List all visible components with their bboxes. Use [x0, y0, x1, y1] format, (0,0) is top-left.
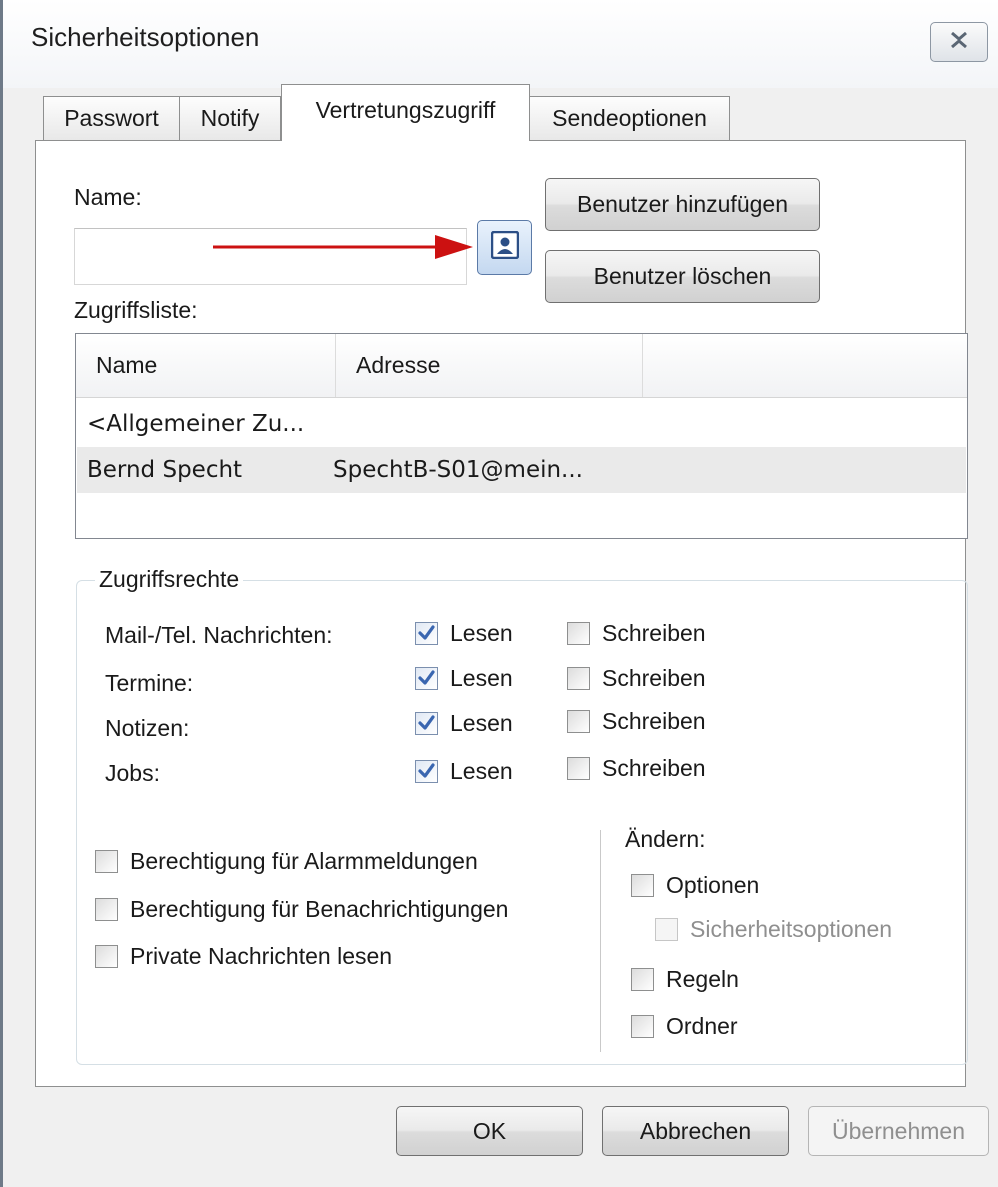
change-label: Ändern: [625, 826, 706, 852]
ok-button[interactable]: OK [396, 1106, 583, 1156]
rights-label-notes: Notizen: [105, 715, 190, 741]
close-icon [950, 31, 968, 53]
delete-user-label: Benutzer löschen [593, 263, 772, 289]
tab-notify[interactable]: Notify [179, 96, 281, 140]
checkbox-rules[interactable]: Regeln [631, 966, 739, 993]
checkbox-label: Schreiben [602, 755, 706, 781]
check-icon [418, 763, 435, 778]
list-header: Name Adresse [76, 334, 967, 398]
checkbox-box [95, 945, 118, 968]
checkbox-appointments-read[interactable]: Lesen [415, 665, 513, 692]
checkbox-appointments-write[interactable]: Schreiben [567, 665, 706, 692]
checkbox-label: Schreiben [602, 620, 706, 646]
address-book-icon [490, 230, 519, 264]
window-title: Sicherheitsoptionen [31, 22, 260, 52]
checkbox-label: Berechtigung für Benachrichtigungen [130, 896, 509, 922]
checkbox-security-options: Sicherheitsoptionen [655, 916, 892, 943]
checkbox-box [567, 757, 590, 780]
column-header-address[interactable]: Adresse [336, 334, 643, 397]
list-item-name: <Allgemeiner Zu... [87, 411, 305, 437]
checkbox-mail-read[interactable]: Lesen [415, 620, 513, 647]
close-button[interactable] [930, 22, 988, 62]
title-bar: Sicherheitsoptionen [3, 0, 998, 88]
checkbox-box [567, 667, 590, 690]
checkbox-label: Optionen [666, 872, 760, 898]
list-item-address: SpechtB-S01@mein... [333, 457, 583, 483]
annotation-arrow-icon [213, 235, 473, 259]
checkbox-mail-write[interactable]: Schreiben [567, 620, 706, 647]
security-options-dialog: Sicherheitsoptionen Passwort Notify Vert… [0, 0, 998, 1187]
checkbox-label: Schreiben [602, 665, 706, 691]
add-user-label: Benutzer hinzufügen [577, 191, 788, 217]
checkbox-box [567, 622, 590, 645]
list-item-name: Bernd Specht [87, 457, 243, 483]
apply-label: Übernehmen [832, 1117, 965, 1144]
checkbox-box [415, 622, 438, 645]
name-label: Name: [74, 184, 142, 210]
checkbox-box [415, 712, 438, 735]
check-icon [418, 670, 435, 685]
tab-vertretungszugriff[interactable]: Vertretungszugriff [281, 84, 530, 141]
check-icon [418, 715, 435, 730]
tab-label: Sendeoptionen [552, 105, 707, 131]
checkbox-box [415, 760, 438, 783]
checkbox-label: Ordner [666, 1013, 738, 1039]
checkbox-options[interactable]: Optionen [631, 872, 759, 899]
checkbox-label: Berechtigung für Alarmmeldungen [130, 848, 478, 874]
column-header-name[interactable]: Name [76, 334, 336, 397]
checkbox-folders[interactable]: Ordner [631, 1013, 738, 1040]
checkbox-label: Lesen [450, 665, 513, 691]
access-list-label: Zugriffsliste: [74, 297, 198, 323]
checkbox-alarm-permission[interactable]: Berechtigung für Alarmmeldungen [95, 848, 478, 875]
checkbox-label: Lesen [450, 758, 513, 784]
checkbox-label: Lesen [450, 620, 513, 646]
ok-label: OK [472, 1117, 507, 1144]
checkbox-box [631, 1015, 654, 1038]
column-header-label: Adresse [356, 352, 441, 378]
tab-label: Vertretungszugriff [315, 97, 496, 123]
apply-button: Übernehmen [808, 1106, 989, 1156]
checkbox-label: Regeln [666, 966, 739, 992]
rights-label-appointments: Termine: [105, 670, 194, 696]
tab-label: Notify [200, 105, 260, 131]
access-list[interactable]: Name Adresse <Allgemeiner Zu... Bernd Sp… [75, 333, 968, 539]
address-book-button[interactable] [477, 220, 532, 275]
checkbox-notes-read[interactable]: Lesen [415, 710, 513, 737]
list-item[interactable]: Bernd Specht SpechtB-S01@mein... [77, 447, 966, 493]
delete-user-button[interactable]: Benutzer löschen [545, 250, 820, 303]
checkbox-label: Sicherheitsoptionen [690, 916, 893, 942]
group-separator [600, 830, 601, 1052]
tab-sendeoptionen[interactable]: Sendeoptionen [529, 96, 730, 140]
checkbox-box [415, 667, 438, 690]
rights-label-jobs: Jobs: [105, 760, 160, 786]
checkbox-label: Private Nachrichten lesen [130, 943, 393, 969]
checkbox-private-messages[interactable]: Private Nachrichten lesen [95, 943, 392, 970]
checkbox-box [95, 850, 118, 873]
checkbox-box [631, 968, 654, 991]
access-rights-legend: Zugriffsrechte [95, 566, 244, 593]
check-icon [418, 625, 435, 640]
rights-label-mail: Mail-/Tel. Nachrichten: [105, 622, 333, 648]
list-item[interactable]: <Allgemeiner Zu... [77, 401, 966, 447]
tab-passwort[interactable]: Passwort [43, 96, 180, 140]
tab-label: Passwort [64, 105, 159, 131]
checkbox-box [631, 874, 654, 897]
checkbox-notification-permission[interactable]: Berechtigung für Benachrichtigungen [95, 896, 508, 923]
cancel-label: Abbrechen [639, 1117, 752, 1144]
column-header-label: Name [96, 352, 158, 378]
checkbox-notes-write[interactable]: Schreiben [567, 708, 706, 735]
checkbox-box [95, 898, 118, 921]
checkbox-box [655, 918, 678, 941]
checkbox-box [567, 710, 590, 733]
checkbox-jobs-write[interactable]: Schreiben [567, 755, 706, 782]
access-rights-group [76, 580, 968, 1065]
add-user-button[interactable]: Benutzer hinzufügen [545, 178, 820, 231]
checkbox-label: Schreiben [602, 708, 706, 734]
checkbox-jobs-read[interactable]: Lesen [415, 758, 513, 785]
cancel-button[interactable]: Abbrechen [602, 1106, 789, 1156]
checkbox-label: Lesen [450, 710, 513, 736]
